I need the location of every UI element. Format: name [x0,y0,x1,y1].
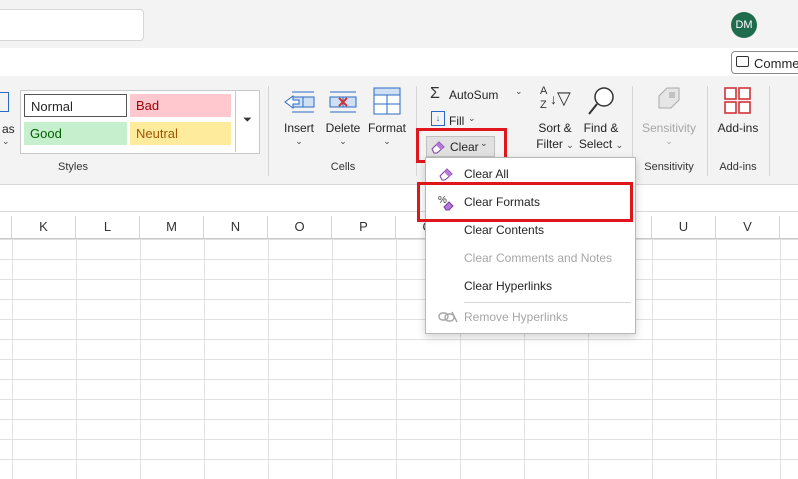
styles-group-label: Styles [58,161,88,173]
column-header-p[interactable]: P [332,216,396,238]
worksheet-grid[interactable] [0,239,798,479]
menu-item-label: Remove Hyperlinks [464,310,569,324]
chevron-down-icon: ⌄ [468,113,476,123]
sort-filter-icon: A Z ↓ ▽ [540,85,571,111]
sort-filter-button[interactable]: A Z ↓ ▽ Sort & Filter ⌄ [532,85,578,152]
delete-cells-icon [329,91,357,113]
unlink-icon [438,311,458,323]
menu-item-label: Clear Comments and Notes [464,251,613,265]
insert-button[interactable]: Insert ⌄ [279,86,319,152]
column-header-m[interactable]: M [140,216,204,238]
sort-filter-label-2: Filter ⌄ [532,137,578,151]
add-ins-button[interactable]: Add-ins [712,86,764,152]
expand-gallery-icon: ⏷ [243,114,252,126]
menu-item-clear-comments-notes: Clear Comments and Notes [426,244,635,272]
find-select-label: Find & [583,121,619,135]
chevron-down-icon: ⌄ [566,140,574,150]
insert-cells-icon [284,91,315,113]
format-cells-icon [373,87,401,115]
style-good[interactable]: Good [24,122,127,145]
sensitivity-label: Sensitivity [641,121,697,135]
column-header-o[interactable]: O [268,216,332,238]
formula-bar[interactable] [0,185,798,212]
menu-item-clear-hyperlinks[interactable]: Clear Hyperlinks [426,272,635,300]
chevron-down-icon: ⌄ [665,136,673,146]
find-select-button[interactable]: Find & Select ⌄ [578,86,624,152]
style-bad[interactable]: Bad [130,94,231,117]
format-as-table-fragment[interactable]: as ⌄ [0,92,16,148]
column-header-v[interactable]: V [716,216,780,238]
find-select-select: Select [578,137,613,151]
delete-label: Delete [325,121,361,135]
autosum-label: AutoSum [449,88,499,102]
sort-filter-filter: Filter [536,137,563,151]
sigma-icon: Σ [430,85,440,102]
sensitivity-group-label: Sensitivity [644,161,694,173]
column-headers: K L M N O P Q R S T U V [0,216,798,239]
chevron-down-icon: ⌄ [2,136,10,146]
fill-down-icon: ↓ [431,111,445,126]
column-header-k[interactable]: K [12,216,76,238]
fill-button[interactable]: ↓ Fill ⌄ [426,110,486,130]
table-icon [0,92,9,112]
format-label: Format [367,121,406,135]
chevron-down-icon: ⌄ [615,140,624,150]
eraser-icon [439,168,453,181]
menu-item-remove-hyperlinks: Remove Hyperlinks [426,303,635,331]
cells-group-label: Cells [330,161,356,173]
find-select-label-2: Select ⌄ [578,137,624,151]
style-neutral[interactable]: Neutral [130,122,231,145]
insert-label: Insert [283,121,314,135]
sensitivity-icon [658,87,680,109]
add-ins-group-label: Add-ins [719,161,757,173]
chevron-down-icon: ⌄ [383,136,391,146]
gallery-more-button[interactable]: ⏷ [235,90,259,152]
chevron-down-icon: ⌄ [295,136,303,146]
menu-item-label: Clear Contents [464,223,545,237]
comment-icon [736,56,749,67]
column-header-n[interactable]: N [204,216,268,238]
chevron-down-icon: ⌄ [515,86,523,96]
format-as-label: as [2,122,15,136]
fill-label: Fill [449,114,465,128]
highlight-clear-formats [417,182,633,222]
column-header-l[interactable]: L [76,216,140,238]
magnifier-icon [588,87,614,115]
add-ins-icon [724,87,751,114]
group-divider [268,86,269,176]
column-header-u[interactable]: U [652,216,716,238]
menu-item-label: Clear Hyperlinks [464,279,553,293]
delete-button[interactable]: Delete ⌄ [323,86,363,152]
format-button[interactable]: Format ⌄ [366,86,408,152]
sensitivity-button[interactable]: Sensitivity ⌄ [638,86,700,152]
group-divider [769,86,770,176]
chevron-down-icon: ⌄ [339,136,347,146]
menu-item-label: Clear All [464,167,509,181]
search-box[interactable] [0,9,144,41]
column-header[interactable] [0,216,12,238]
add-ins-label: Add-ins [717,121,759,135]
style-normal[interactable]: Normal [24,94,127,117]
autosum-button[interactable]: Σ AutoSum ⌄ [426,84,526,106]
avatar[interactable]: DM [731,12,757,38]
group-divider [707,86,708,176]
sort-filter-label: Sort & [538,121,572,135]
